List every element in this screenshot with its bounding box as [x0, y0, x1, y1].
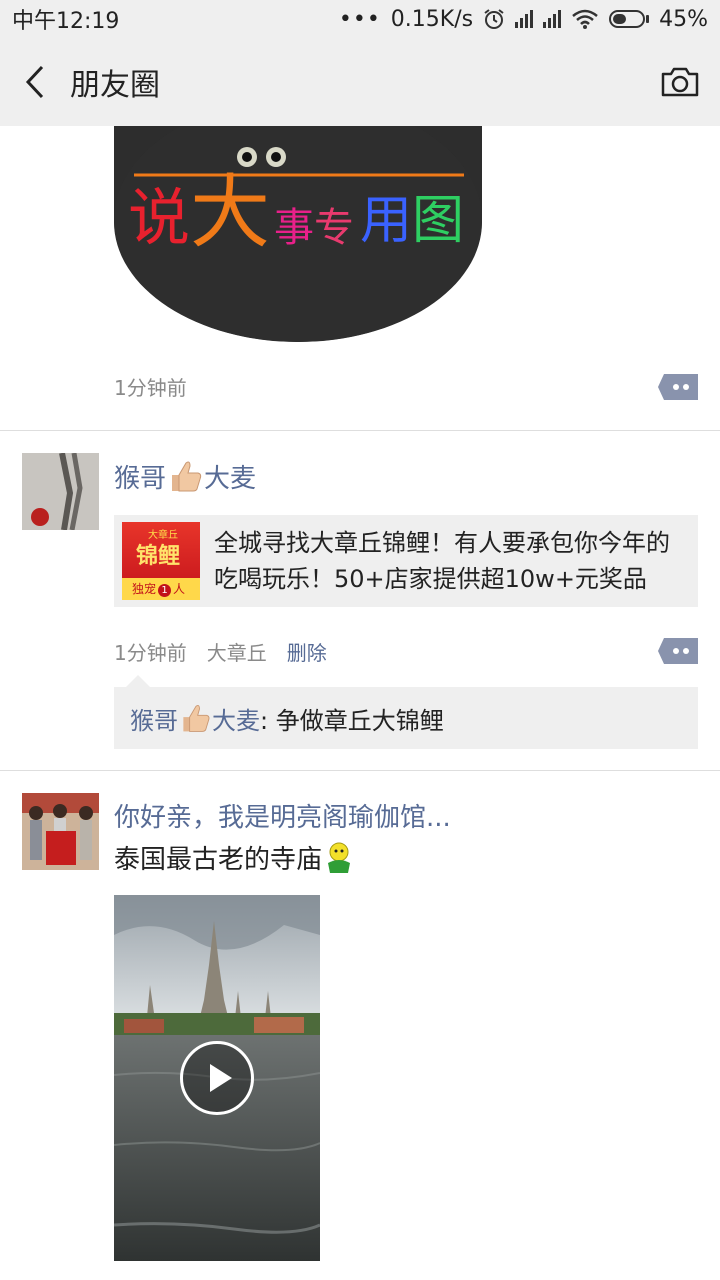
battery-percent: 45%: [659, 6, 708, 32]
image-word-tu: 图: [412, 191, 465, 251]
avatar-image: [22, 453, 99, 530]
post-meta: 1分钟前: [114, 372, 207, 401]
play-button[interactable]: [180, 1041, 254, 1115]
image-word-da: 大: [190, 166, 271, 259]
post-author[interactable]: 猴哥 大麦: [114, 457, 256, 495]
post-text-content: 泰国最古老的寺庙: [114, 845, 323, 875]
status-icons: ••• 0.15K/s 45%: [339, 7, 708, 32]
comment-item[interactable]: 猴哥 大麦 : 争做章丘大锦鲤: [114, 675, 698, 749]
author-name-part1: 猴哥: [114, 463, 167, 494]
author-name-part2: 大麦: [204, 463, 257, 494]
moment-post: 说 大 事 专 用 图 1分钟前: [0, 126, 720, 431]
wifi-icon: [572, 9, 598, 29]
play-icon: [210, 1064, 232, 1092]
post-location[interactable]: 大章丘: [207, 637, 267, 666]
nav-bar: 朋友圈: [0, 38, 720, 126]
avatar-image: [22, 793, 99, 870]
more-dots-icon: •••: [338, 6, 381, 32]
comment-author-part1[interactable]: 猴哥: [130, 701, 178, 736]
thumb-main-text: 锦鲤: [136, 544, 181, 569]
link-title: 全城寻找大章丘锦鲤！有人要承包你今年的吃喝玩乐！50+店家提供超10w+元奖品: [214, 529, 670, 593]
comment-more-button[interactable]: [658, 374, 698, 400]
page-title: 朋友圈: [70, 68, 160, 103]
video-thumbnail[interactable]: [114, 895, 320, 1261]
avatar[interactable]: [22, 793, 99, 870]
author-name[interactable]: 你好亲，我是明亮阁瑜伽馆...: [114, 797, 451, 834]
thumbs-up-icon: [178, 701, 212, 735]
moments-feed[interactable]: 说 大 事 专 用 图 1分钟前 猴哥 大麦 大章丘 锦鲤 独宠 1 人 全城寻…: [0, 126, 720, 1280]
green-figure-icon: [322, 841, 356, 875]
image-word-zhuan: 专: [314, 205, 355, 251]
signal-icon-2: [543, 10, 562, 28]
battery-icon: [609, 10, 650, 28]
back-button[interactable]: [0, 38, 70, 126]
post-meta: 1分钟前 大章丘 删除: [114, 637, 347, 666]
status-time: 中午12:19: [12, 9, 120, 34]
delete-link[interactable]: 删除: [287, 637, 327, 666]
moment-post: 猴哥 大麦 大章丘 锦鲤 独宠 1 人 全城寻找大章丘锦鲤！有人要承包你今年的吃喝玩…: [0, 431, 720, 771]
camera-icon: [661, 67, 699, 97]
camera-button[interactable]: [640, 38, 720, 126]
shared-link-card[interactable]: 大章丘 锦鲤 独宠 1 人 全城寻找大章丘锦鲤！有人要承包你今年的吃喝玩乐！50+店…: [114, 515, 698, 607]
image-word-yong: 用: [360, 191, 413, 251]
alarm-icon: [484, 9, 504, 29]
post-image[interactable]: 说 大 事 专 用 图: [114, 126, 482, 342]
comment-more-button[interactable]: [658, 638, 698, 664]
comment-text: : 争做章丘大锦鲤: [260, 706, 444, 735]
link-thumbnail: 大章丘 锦鲤 独宠 1 人: [122, 522, 200, 600]
post-time: 1分钟前: [114, 641, 187, 665]
image-word-shi: 事: [274, 205, 315, 251]
post-text: 泰国最古老的寺庙: [114, 839, 356, 876]
signal-icon-1: [515, 10, 534, 28]
post-time: 1分钟前: [114, 376, 187, 400]
moment-post: 你好亲，我是明亮阁瑜伽馆... 泰国最古老的寺庙: [0, 771, 720, 1280]
image-word-shuo: 说: [128, 181, 191, 254]
image-text: 说 大 事 专 用 图: [128, 173, 465, 254]
comment-author-part2[interactable]: 大麦: [212, 701, 260, 736]
status-bar: 中午12:19 ••• 0.15K/s 45%: [0, 0, 720, 38]
avatar[interactable]: [22, 453, 99, 530]
thumb-bottom-text: 独宠 1 人: [132, 582, 186, 597]
back-arrow-icon: [25, 65, 44, 99]
network-speed: 0.15K/s: [390, 6, 474, 32]
thumbs-up-icon: [166, 457, 204, 495]
